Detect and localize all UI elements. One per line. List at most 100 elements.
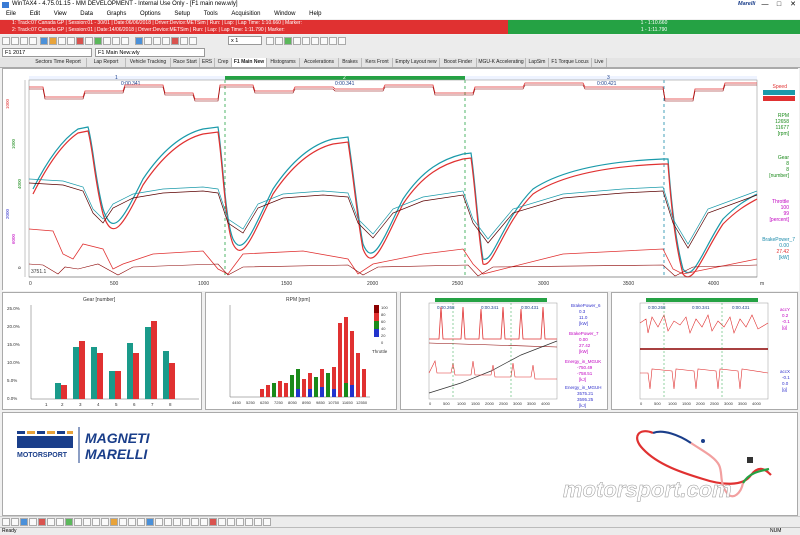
brake-energy-panel[interactable]: 0:00.268 0:00.341 0:00.431 0 500 1000 15… xyxy=(400,292,608,410)
tab-brakes[interactable]: Brakes xyxy=(339,58,362,67)
tile-icon[interactable] xyxy=(338,37,346,45)
rpm-histogram-svg[interactable]: RPM [rpm] 4450 5250 6250 7250 8050 8950 … xyxy=(206,293,396,409)
tool-fft-icon[interactable] xyxy=(128,518,136,526)
export-icon[interactable] xyxy=(162,37,170,45)
tool-pan-icon[interactable] xyxy=(182,518,190,526)
sector-icon[interactable] xyxy=(103,37,111,45)
tool-paste-icon[interactable] xyxy=(227,518,235,526)
tab-boost-finder[interactable]: Boost Finder xyxy=(440,58,477,67)
math-icon[interactable] xyxy=(144,37,152,45)
tool-track-icon[interactable] xyxy=(65,518,73,526)
session-row-1[interactable]: 1: Track:07 Canada GP | Session:01 - 30/… xyxy=(0,20,800,27)
tool-print-icon[interactable] xyxy=(164,518,172,526)
tab-accelerations[interactable]: Accelerations xyxy=(300,58,339,67)
accel-panel[interactable]: 0:00.268 0:00.341 0:00.431 0 500 1000 15… xyxy=(611,292,798,410)
tool-undo-icon[interactable] xyxy=(191,518,199,526)
marker-icon[interactable] xyxy=(76,37,84,45)
tool-redo-icon[interactable] xyxy=(200,518,208,526)
record-icon[interactable] xyxy=(171,37,179,45)
menu-item[interactable]: Help xyxy=(303,10,327,19)
help-icon[interactable] xyxy=(121,37,129,45)
tab-f1-main-new[interactable]: F1 Main New xyxy=(232,58,267,67)
tab-vehicle-tracking[interactable]: Vehicle Tracking xyxy=(126,58,171,67)
tab-f1-torque-locus[interactable]: F1 Torque Locus xyxy=(549,58,592,67)
tool-gauge-icon[interactable] xyxy=(56,518,64,526)
tab-empty-layout[interactable]: Empty Layout new xyxy=(393,58,440,67)
tab-race-start[interactable]: Race Start xyxy=(171,58,200,67)
tool-help-icon[interactable] xyxy=(263,518,271,526)
tool-align-icon[interactable] xyxy=(236,518,244,526)
menu-item[interactable]: View xyxy=(48,10,73,19)
zoom-select[interactable]: x 1 xyxy=(228,36,262,45)
tool-image-icon[interactable] xyxy=(83,518,91,526)
tab-crep[interactable]: Crep xyxy=(215,58,232,67)
close-button[interactable]: ✕ xyxy=(786,0,800,10)
tool-table-icon[interactable] xyxy=(47,518,55,526)
tool-export-icon[interactable] xyxy=(155,518,163,526)
menu-item[interactable]: Tools xyxy=(198,10,224,19)
unlink-icon[interactable] xyxy=(302,37,310,45)
graph-icon[interactable] xyxy=(40,37,48,45)
table-icon[interactable] xyxy=(49,37,57,45)
channel-icon[interactable] xyxy=(135,37,143,45)
tab-mguk-accelerating[interactable]: MGU-K Accelerating xyxy=(477,58,526,67)
tool-map-icon[interactable] xyxy=(119,518,127,526)
main-graph-panel[interactable]: 1 0:00.341 2 0:00.341 3 0:00.421 0 500 1… xyxy=(2,68,799,291)
session-row-2[interactable]: 2: Track:07 Canada GP | Session:01 | Dat… xyxy=(0,27,800,34)
open-icon[interactable] xyxy=(11,37,19,45)
sync-icon[interactable] xyxy=(284,37,292,45)
maximize-button[interactable]: □ xyxy=(772,0,786,10)
gear-histogram-panel[interactable]: Gear [number] 25.0% 20.0% 15.0% 10.0% 5.… xyxy=(2,292,202,410)
cursor-icon[interactable] xyxy=(58,37,66,45)
tab-kers-front[interactable]: Kers Front xyxy=(362,58,393,67)
tab-lap-report[interactable]: Lap Report xyxy=(87,58,126,67)
next-lap-icon[interactable] xyxy=(275,37,283,45)
save-icon[interactable] xyxy=(20,37,28,45)
tool-report-icon[interactable] xyxy=(101,518,109,526)
menu-item[interactable]: Eile xyxy=(0,10,22,19)
tool-line-icon[interactable] xyxy=(11,518,19,526)
tool-math-icon[interactable] xyxy=(146,518,154,526)
overlay-icon[interactable] xyxy=(85,37,93,45)
main-graph-svg[interactable]: 1 0:00.341 2 0:00.341 3 0:00.421 0 500 1… xyxy=(3,69,799,291)
tool-pointer-icon[interactable] xyxy=(2,518,10,526)
layout-icon[interactable] xyxy=(320,37,328,45)
project-select[interactable]: F1 2017 xyxy=(2,48,92,57)
stop-icon[interactable] xyxy=(189,37,197,45)
rpm-histogram-panel[interactable]: RPM [rpm] 4450 5250 6250 7250 8050 8950 … xyxy=(205,292,397,410)
tool-graph-icon[interactable] xyxy=(20,518,28,526)
accel-svg[interactable]: 0:00.268 0:00.341 0:00.431 0 500 1000 15… xyxy=(612,293,797,409)
tool-alarm-icon[interactable] xyxy=(110,518,118,526)
new-icon[interactable] xyxy=(2,37,10,45)
tool-text-icon[interactable] xyxy=(74,518,82,526)
tool-copy-icon[interactable] xyxy=(218,518,226,526)
tool-delete-icon[interactable] xyxy=(209,518,217,526)
tab-lapsim[interactable]: LapSim xyxy=(526,58,549,67)
menu-item[interactable]: Edit xyxy=(24,10,46,19)
filter-icon[interactable] xyxy=(153,37,161,45)
play-icon[interactable] xyxy=(180,37,188,45)
menu-item[interactable]: Data xyxy=(74,10,99,19)
tab-sectors-time-report[interactable]: Sectors Time Report xyxy=(30,58,87,67)
lap-icon[interactable] xyxy=(94,37,102,45)
tab-ers[interactable]: ERS xyxy=(200,58,215,67)
menu-item[interactable]: Window xyxy=(268,10,301,19)
window-icon[interactable] xyxy=(329,37,337,45)
tool-compare-icon[interactable] xyxy=(137,518,145,526)
print-icon[interactable] xyxy=(29,37,37,45)
tool-histogram-icon[interactable] xyxy=(29,518,37,526)
minimize-button[interactable]: — xyxy=(758,0,772,10)
grid-icon[interactable] xyxy=(311,37,319,45)
tab-histograms[interactable]: Histograms xyxy=(267,58,300,67)
tool-grid-icon[interactable] xyxy=(245,518,253,526)
tool-xy-icon[interactable] xyxy=(38,518,46,526)
brake-energy-svg[interactable]: 0:00.268 0:00.341 0:00.431 0 500 1000 15… xyxy=(401,293,607,409)
tool-video-icon[interactable] xyxy=(92,518,100,526)
menu-item[interactable]: Setup xyxy=(168,10,196,19)
gear-histogram-svg[interactable]: Gear [number] 25.0% 20.0% 15.0% 10.0% 5.… xyxy=(3,293,201,409)
tool-zoom-icon[interactable] xyxy=(173,518,181,526)
layout-select[interactable]: F1 Main New.wly xyxy=(95,48,205,57)
tab-live[interactable]: Live xyxy=(592,58,607,67)
menu-item[interactable]: Options xyxy=(134,10,167,19)
menu-item[interactable]: Graphs xyxy=(101,10,133,19)
